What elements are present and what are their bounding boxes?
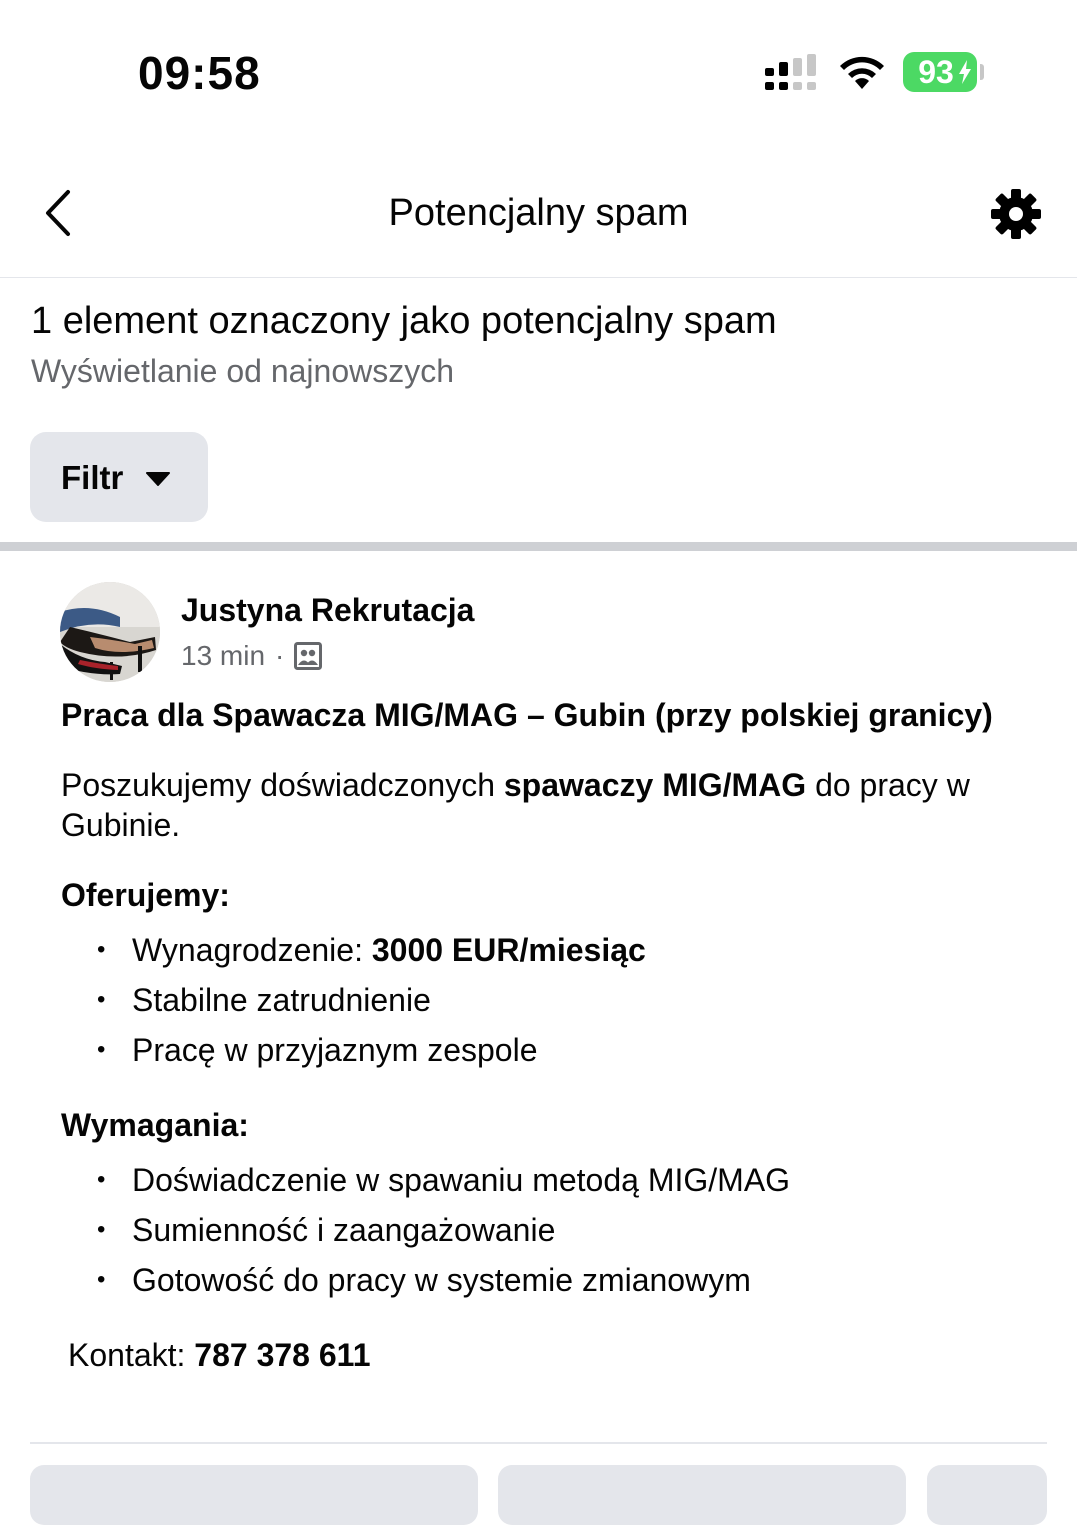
- post-meta: 13 min ·: [181, 640, 323, 672]
- requirements-list: Doświadczenie w spawaniu metodą MIG/MAG …: [61, 1155, 1021, 1305]
- sort-order-label: Wyświetlanie od najnowszych: [31, 353, 455, 389]
- filter-button[interactable]: Filtr: [30, 432, 208, 522]
- post-content: Praca dla Spawacza MIG/MAG – Gubin (przy…: [61, 695, 1021, 1375]
- caret-down-icon: [146, 472, 170, 486]
- offer-heading: Oferujemy:: [61, 877, 230, 913]
- cellular-signal-icon: [765, 54, 816, 90]
- avatar[interactable]: [60, 582, 160, 682]
- list-item: Stabilne zatrudnienie: [61, 975, 1021, 1025]
- battery-cap: [980, 64, 984, 80]
- list-item: Gotowość do pracy w systemie zmianowym: [61, 1255, 1021, 1305]
- section-divider: [0, 542, 1077, 551]
- nav-header: Potencjalny spam: [0, 150, 1077, 278]
- spam-count-title: 1 element oznaczony jako potencjalny spa…: [31, 300, 777, 342]
- group-members-icon: [294, 642, 323, 670]
- post-title: Praca dla Spawacza MIG/MAG – Gubin (przy…: [61, 697, 993, 733]
- offer-list: Wynagrodzenie: 3000 EUR/miesiąc Stabilne…: [61, 925, 1021, 1075]
- more-options-button[interactable]: [927, 1465, 1047, 1525]
- page-title: Potencjalny spam: [388, 192, 689, 234]
- post-author[interactable]: Justyna Rekrutacja: [181, 592, 474, 629]
- action-button-secondary[interactable]: [498, 1465, 906, 1525]
- meta-separator: ·: [275, 640, 285, 671]
- post-time[interactable]: 13 min: [181, 640, 265, 672]
- contact-phone[interactable]: 787 378 611: [194, 1337, 370, 1373]
- gear-icon[interactable]: [990, 188, 1042, 240]
- status-bar: 09:58 93: [0, 0, 1077, 150]
- action-button-primary[interactable]: [30, 1465, 478, 1525]
- list-item: Doświadczenie w spawaniu metodą MIG/MAG: [61, 1155, 1021, 1205]
- post-divider: [30, 1442, 1047, 1444]
- list-item: Wynagrodzenie: 3000 EUR/miesiąc: [61, 925, 1021, 975]
- post-contact: Kontakt: 787 378 611: [68, 1337, 371, 1373]
- list-item: Sumienność i zaangażowanie: [61, 1205, 1021, 1255]
- wifi-icon: [840, 56, 884, 89]
- post-intro: Poszukujemy doświadczonych spawaczy MIG/…: [61, 767, 970, 843]
- filter-label: Filtr: [61, 459, 124, 496]
- charging-bolt-icon: [959, 60, 971, 84]
- battery-icon: 93: [903, 52, 977, 92]
- status-time: 09:58: [138, 47, 261, 99]
- requirements-heading: Wymagania:: [61, 1107, 249, 1143]
- list-item: Pracę w przyjaznym zespole: [61, 1025, 1021, 1075]
